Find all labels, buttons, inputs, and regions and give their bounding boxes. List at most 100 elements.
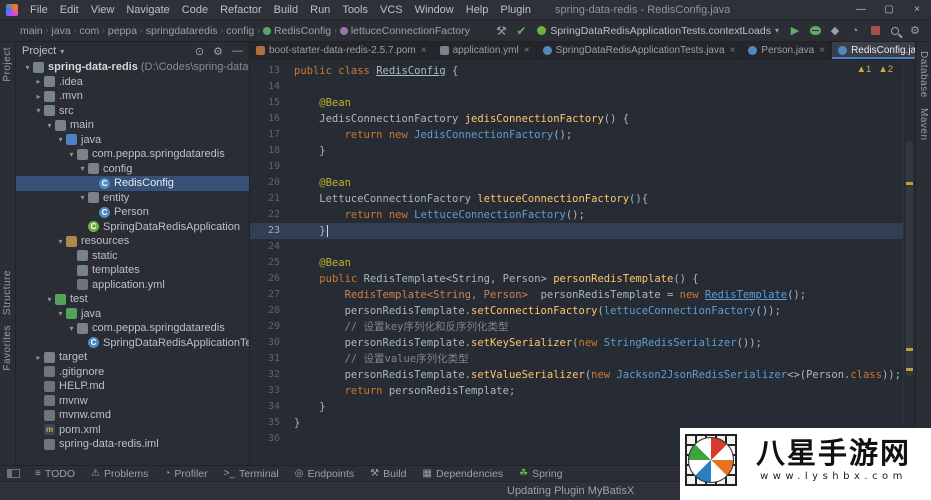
- tree-item-main[interactable]: ▾main: [16, 118, 249, 133]
- chevron-down-icon[interactable]: ▾: [44, 121, 55, 130]
- tree-item-springdataredisapplicationtests[interactable]: CSpringDataRedisApplicationTests: [16, 336, 249, 351]
- tool-button-build[interactable]: ⚒Build: [362, 468, 414, 480]
- code-line[interactable]: 20 @Bean: [250, 175, 903, 191]
- tab-close-icon[interactable]: ×: [730, 45, 736, 56]
- tab-close-icon[interactable]: ×: [819, 45, 825, 56]
- project-panel-title[interactable]: Project: [22, 45, 56, 57]
- breadcrumb-item-springdataredis[interactable]: springdataredis: [144, 25, 220, 37]
- window-minimize-button[interactable]: —: [847, 0, 875, 20]
- menu-tools[interactable]: Tools: [336, 0, 374, 20]
- window-close-button[interactable]: ×: [903, 0, 931, 20]
- menu-view[interactable]: View: [85, 0, 121, 20]
- chevron-right-icon[interactable]: ▸: [33, 92, 44, 101]
- code-line[interactable]: 27 RedisTemplate<String, Person> personR…: [250, 287, 903, 303]
- tool-window-button-maven[interactable]: Maven: [918, 103, 929, 146]
- tree-item-com-peppa-springdataredis[interactable]: ▾com.peppa.springdataredis: [16, 321, 249, 336]
- menu-run[interactable]: Run: [304, 0, 336, 20]
- code-line[interactable]: 32 personRedisTemplate.setValueSerialize…: [250, 367, 903, 383]
- tab-close-icon[interactable]: ×: [421, 45, 427, 56]
- tool-button-problems[interactable]: ⚠Problems: [83, 468, 156, 480]
- breadcrumb-item-com[interactable]: com: [77, 25, 101, 37]
- chevron-down-icon[interactable]: ▾: [60, 47, 64, 56]
- chevron-down-icon[interactable]: ▾: [55, 135, 66, 144]
- code-line[interactable]: 18 }: [250, 143, 903, 159]
- tab-springdataredisapplicationtests-java[interactable]: SpringDataRedisApplicationTests.java×: [537, 42, 743, 59]
- breadcrumb-item-java[interactable]: java: [49, 25, 72, 37]
- code-line[interactable]: 23 }: [250, 223, 903, 239]
- breadcrumb-item-main[interactable]: main: [18, 25, 45, 37]
- chevron-down-icon[interactable]: ▾: [55, 309, 66, 318]
- chevron-down-icon[interactable]: ▾: [22, 63, 33, 72]
- run-icon[interactable]: ▶: [785, 21, 805, 41]
- tool-window-button-database[interactable]: Database: [918, 46, 929, 103]
- profiler-icon[interactable]: ◔: [845, 21, 865, 41]
- debug-icon[interactable]: [805, 21, 825, 41]
- tree-item-templates[interactable]: templates: [16, 263, 249, 278]
- breadcrumb-item-config[interactable]: config: [224, 25, 256, 37]
- menu-code[interactable]: Code: [176, 0, 214, 20]
- code-line[interactable]: 21 LettuceConnectionFactory lettuceConne…: [250, 191, 903, 207]
- tool-button-endpoints[interactable]: ◎Endpoints: [287, 468, 362, 480]
- coverage-icon[interactable]: ◆: [825, 21, 845, 41]
- breadcrumb-item-redisconfig[interactable]: RedisConfig: [261, 25, 333, 37]
- menu-refactor[interactable]: Refactor: [214, 0, 268, 20]
- tab-boot-starter-data-redis-2-5-7-pom[interactable]: boot-starter-data-redis-2.5.7.pom×: [250, 42, 434, 59]
- menu-plugin[interactable]: Plugin: [494, 0, 537, 20]
- tree-item-static[interactable]: static: [16, 249, 249, 264]
- tree-item-java[interactable]: ▾java: [16, 307, 249, 322]
- inspections-widget[interactable]: ▲1▲2: [852, 63, 898, 76]
- code-area[interactable]: 13public class RedisConfig {1415 @Bean16…: [250, 60, 903, 465]
- menu-edit[interactable]: Edit: [54, 0, 85, 20]
- tree-item-resources[interactable]: ▾resources: [16, 234, 249, 249]
- chevron-down-icon[interactable]: ▾: [77, 164, 88, 173]
- commit-check-icon[interactable]: ✔: [511, 24, 531, 38]
- tree-item-config[interactable]: ▾config: [16, 162, 249, 177]
- tree-item-person[interactable]: CPerson: [16, 205, 249, 220]
- code-line[interactable]: 14: [250, 79, 903, 95]
- tree-item-gitignore[interactable]: .gitignore: [16, 365, 249, 380]
- chevron-down-icon[interactable]: ▾: [33, 106, 44, 115]
- warning-stripe-mark[interactable]: [906, 368, 913, 371]
- chevron-down-icon[interactable]: ▾: [66, 324, 77, 333]
- tool-button-spring[interactable]: ☘Spring: [511, 468, 570, 480]
- tree-item-help-md[interactable]: HELP.md: [16, 379, 249, 394]
- warning-stripe-mark[interactable]: [906, 182, 913, 185]
- tree-item-com-peppa-springdataredis[interactable]: ▾com.peppa.springdataredis: [16, 147, 249, 162]
- code-line[interactable]: 33 return personRedisTemplate;: [250, 383, 903, 399]
- code-line[interactable]: 30 personRedisTemplate.setKeySerializer(…: [250, 335, 903, 351]
- hide-icon[interactable]: —: [232, 45, 243, 58]
- menu-vcs[interactable]: VCS: [374, 0, 409, 20]
- tool-button-terminal[interactable]: >_Terminal: [216, 468, 287, 480]
- tree-item-test[interactable]: ▾test: [16, 292, 249, 307]
- locate-icon[interactable]: ⊙: [195, 45, 204, 58]
- code-line[interactable]: 13public class RedisConfig {: [250, 63, 903, 79]
- code-line[interactable]: 17 return new JedisConnectionFactory();: [250, 127, 903, 143]
- settings-icon[interactable]: ⚙: [905, 21, 925, 41]
- tree-item-target[interactable]: ▸target: [16, 350, 249, 365]
- tool-window-switcher-icon[interactable]: [7, 469, 20, 478]
- chevron-right-icon[interactable]: ▸: [33, 353, 44, 362]
- code-line[interactable]: 22 return new LettuceConnectionFactory()…: [250, 207, 903, 223]
- breadcrumb-item-lettuceconnectionfactory[interactable]: lettuceConnectionFactory: [338, 25, 472, 37]
- search-icon[interactable]: [885, 21, 905, 41]
- tree-item-entity[interactable]: ▾entity: [16, 191, 249, 206]
- editor-scrollbar[interactable]: [903, 60, 915, 465]
- code-line[interactable]: 16 JedisConnectionFactory jedisConnectio…: [250, 111, 903, 127]
- run-configuration-select[interactable]: SpringDataRedisApplicationTests.contextL…: [531, 25, 785, 37]
- code-line[interactable]: 29 // 设置key序列化和反序列化类型: [250, 319, 903, 335]
- code-line[interactable]: 19: [250, 159, 903, 175]
- menu-file[interactable]: File: [24, 0, 54, 20]
- menu-help[interactable]: Help: [460, 0, 495, 20]
- menu-build[interactable]: Build: [268, 0, 304, 20]
- menu-window[interactable]: Window: [409, 0, 460, 20]
- tree-item-application-yml[interactable]: application.yml: [16, 278, 249, 293]
- warnings-badge[interactable]: ▲2: [878, 64, 893, 75]
- tree-item-spring-data-redis[interactable]: ▾spring-data-redis(D:\Codes\spring-data-…: [16, 60, 249, 75]
- tree-item-mvnw-cmd[interactable]: mvnw.cmd: [16, 408, 249, 423]
- chevron-down-icon[interactable]: ▾: [44, 295, 55, 304]
- build-project-icon[interactable]: ⚒: [491, 24, 511, 38]
- tree-item-spring-data-redis-iml[interactable]: spring-data-redis.iml: [16, 437, 249, 452]
- code-line[interactable]: 28 personRedisTemplate.setConnectionFact…: [250, 303, 903, 319]
- tool-button-dependencies[interactable]: ▦Dependencies: [415, 468, 512, 480]
- chevron-right-icon[interactable]: ▸: [33, 77, 44, 86]
